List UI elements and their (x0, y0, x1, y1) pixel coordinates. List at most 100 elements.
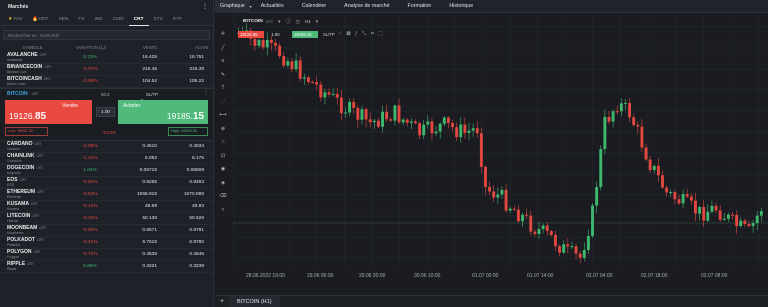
instrument-buy[interactable]: 6.8780 (157, 240, 204, 245)
tab-etf[interactable]: ETF (168, 13, 187, 26)
instrument-buy[interactable]: 1070.885 (157, 192, 204, 197)
instrument-buy[interactable]: 50.626 (157, 216, 204, 221)
nav-item[interactable]: Historique (440, 0, 482, 13)
sell-button[interactable]: Vendre 19126.85 (5, 100, 92, 124)
instrument-row[interactable]: CARDANO CRT Cardano -2.08% 0.4510 0.4534 (0, 141, 213, 153)
lock-icon[interactable]: ⊡ (218, 151, 228, 161)
instrument-sell[interactable]: 0.6571 (110, 228, 157, 233)
chart-sltp-button[interactable]: SL/TP (323, 32, 335, 37)
instrument-sell[interactable]: 6.7615 (110, 240, 157, 245)
candle-body (669, 192, 673, 194)
trash-icon[interactable]: ⌫ (218, 191, 228, 201)
instrument-sell[interactable]: 6.082 (110, 156, 157, 161)
col-sell[interactable]: VENTE (117, 45, 157, 50)
instrument-buy[interactable]: 0.4645 (157, 252, 204, 257)
instrument-sell[interactable]: 0.9255 (110, 180, 157, 185)
tab-crt[interactable]: CRT (128, 13, 149, 26)
instrument-row[interactable]: ETHEREUM CRT Ethereum -0.53% 1066.915 1070.88… (0, 189, 213, 201)
instrument-row[interactable]: POLYGON CRT Polygon -0.72% 0.4535 0.4645 (0, 249, 213, 261)
instrument-sell[interactable]: 16.425 (110, 55, 157, 60)
tab-sen[interactable]: SEN (53, 13, 73, 26)
chart-sell-button[interactable]: 19126.85 (238, 30, 264, 38)
instrument-sell[interactable]: 0.4510 (110, 144, 157, 149)
nav-item[interactable]: Formation (399, 0, 441, 13)
instrument-buy[interactable]: 0.4534 (157, 144, 204, 149)
instrument-sell[interactable]: 216.45 (110, 67, 157, 72)
sltp-button[interactable]: SL/TP (146, 92, 158, 97)
timeframe-selector[interactable]: H1 (305, 19, 311, 24)
instrument-buy[interactable]: 0.9463 (157, 180, 204, 185)
instrument-buy[interactable]: 6.176 (157, 156, 204, 161)
nav-item[interactable]: Calendrier (293, 0, 335, 13)
magnet-icon[interactable]: ∩ (218, 137, 228, 147)
instrument-buy[interactable]: 0.3239 (157, 264, 204, 269)
instrument-row[interactable]: DOGECOIN CRT Dogecoin 1.04% 0.06715 0.06809 (0, 165, 213, 177)
ruler-icon[interactable]: ⟷ (218, 110, 228, 120)
text-icon[interactable]: T (218, 83, 228, 93)
instrument-buy[interactable]: 0.6791 (157, 228, 204, 233)
instrument-row[interactable]: KUSAMA CRT Kusama -0.12% 48.69 49.93 (0, 201, 213, 213)
fib-icon[interactable]: ≡ (218, 56, 228, 66)
instrument-row[interactable]: LITECOIN CRT Litecoin -0.32% 50.136 50.626 (0, 213, 213, 225)
chart-area[interactable]: 28.06.2022 16:00 29.06 06:00 29.06 20:00 30… (215, 13, 768, 295)
timeframe-chevron-icon[interactable]: ▾ (316, 19, 319, 25)
chevron-down-icon[interactable]: ▾ (278, 19, 281, 25)
instrument-sell[interactable]: 0.4535 (110, 252, 157, 257)
brush-icon[interactable]: ✎ (218, 70, 228, 80)
x-tick-label: 02.07 18:00 (641, 273, 668, 279)
nav-item[interactable]: Analyse de marché (335, 0, 398, 13)
layers-icon[interactable]: ◈ (218, 178, 228, 188)
instrument-sell[interactable]: 104.52 (110, 79, 157, 84)
buy-button[interactable]: Acheter 19185.15 (118, 100, 208, 124)
instrument-sell[interactable]: 48.69 (110, 204, 157, 209)
instrument-buy[interactable]: 0.06809 (157, 168, 204, 173)
chart-symbol[interactable]: BITCOIN (243, 19, 263, 24)
instrument-buy[interactable]: 105.22 (157, 79, 204, 84)
tab-ind[interactable]: IND (90, 13, 108, 26)
zoom-icon[interactable]: ⊕ (218, 124, 228, 134)
col-variation[interactable]: VARIATION (1J) (65, 45, 117, 50)
tab-fx[interactable]: FX (73, 13, 89, 26)
instrument-row[interactable]: BITCOINCASH CRT Bitcoin Cash -0.96% 104.52 10… (0, 76, 213, 88)
instrument-sell[interactable]: 50.136 (110, 216, 157, 221)
instrument-row[interactable]: CHAINLINK CRT ChainLink -1.23% 6.082 6.176 (0, 153, 213, 165)
tab-stc[interactable]: STC (149, 13, 169, 26)
tab-cmd[interactable]: CMD (108, 13, 129, 26)
crosshair-icon[interactable]: ✛ (218, 29, 228, 39)
instrument-buy[interactable]: 49.93 (157, 204, 204, 209)
instrument-row[interactable]: POLKADOT CRT Polkadot -0.41% 6.7615 6.8780 (0, 237, 213, 249)
col-buy[interactable]: ACHAT (157, 45, 209, 50)
instrument-buy[interactable]: 219.39 (157, 67, 204, 72)
trendline-icon[interactable]: ╱ (218, 43, 228, 53)
selected-symbol[interactable]: BITCOIN (7, 91, 28, 97)
instrument-sell[interactable]: 1066.915 (110, 192, 157, 197)
instrument-row[interactable]: BINANCECOIN CRT Binance Coin -0.37% 216.45 21… (0, 64, 213, 76)
instrument-row[interactable]: AVALANCHE CRT Avalanche 0.72% 16.425 16.751 (0, 52, 213, 64)
chart-tab[interactable]: BITCOIN (H1) (229, 295, 280, 307)
eye-icon[interactable]: ◉ (218, 164, 228, 174)
add-chart-icon[interactable]: + (215, 298, 229, 305)
instrument-sell[interactable]: 0.3221 (110, 264, 157, 269)
tab-fav[interactable]: ★ FAV (3, 13, 27, 26)
nav-item[interactable]: Actualités (252, 0, 293, 13)
chart-type-icons[interactable]: ⟋ ▥ ƒ ⤡ ▭ ⛶ (339, 31, 384, 37)
price-chart[interactable]: 28.06.2022 16:00 29.06 06:00 29.06 20:00 30… (215, 13, 768, 295)
quantity-input[interactable]: 1.00 (96, 107, 115, 117)
share-icon[interactable]: < (218, 205, 228, 215)
instrument-row[interactable]: RIPPLE CRT Ripple 0.69% 0.3221 0.3239 (0, 261, 213, 273)
pattern-icon[interactable]: ⋰ (218, 97, 228, 107)
search-input[interactable]: Rechercher ex : EURUSD (3, 30, 210, 40)
col-symbol[interactable]: SYMBOLE (0, 45, 65, 50)
selected-more-icon[interactable]: ⋮ (203, 89, 209, 96)
instrument-row[interactable]: MOONBEAM CRT Moonbeam -0.50% 0.6571 0.6791 (0, 225, 213, 237)
more-menu-icon[interactable]: ⋮ (202, 3, 208, 10)
nav-chart[interactable]: Graphique (215, 0, 250, 13)
instrument-buy[interactable]: 16.751 (157, 55, 204, 60)
instrument-sell[interactable]: 0.06715 (110, 168, 157, 173)
chart-qty-input[interactable]: 1.00 (268, 31, 283, 38)
info-icon[interactable]: ⓘ (286, 18, 291, 25)
instrument-row[interactable]: EOS CRT EOS -0.81% 0.9255 0.9463 (0, 177, 213, 189)
chart-buy-button[interactable]: 19185.15 (292, 30, 318, 38)
tab-hot[interactable]: 🔥HOT (27, 13, 53, 26)
clock-icon[interactable]: ◷ (296, 19, 300, 25)
